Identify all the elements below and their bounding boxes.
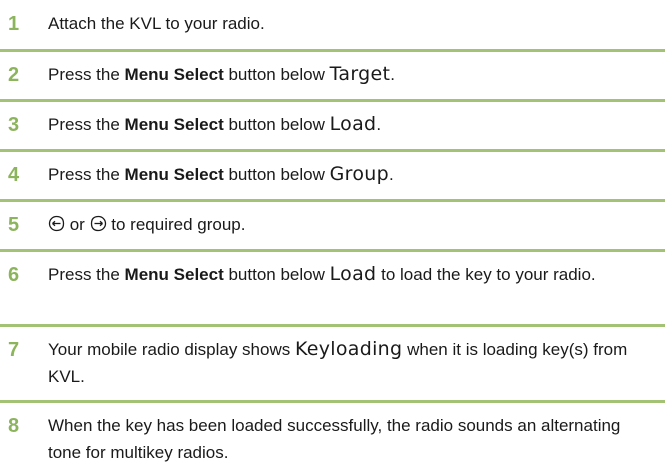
step-4: 4 Press the Menu Select button below Gro… <box>0 152 665 202</box>
step-text: Your mobile radio display shows Keyloadi… <box>48 336 657 390</box>
step-text-part: . <box>376 115 382 134</box>
menu-select-label: Menu Select <box>124 115 224 134</box>
step-text-part: or <box>65 215 90 234</box>
step-text: or to required group. <box>48 211 657 238</box>
step-number: 8 <box>8 415 20 437</box>
display-text-load: Load <box>329 263 377 285</box>
step-number: 1 <box>8 13 20 35</box>
display-text-group: Group <box>329 163 389 185</box>
menu-select-label: Menu Select <box>124 65 224 84</box>
step-text-part: to load the key to your radio. <box>376 265 596 284</box>
menu-select-label: Menu Select <box>124 265 224 284</box>
display-text-keyloading: Keyloading <box>294 338 403 360</box>
step-2: 2 Press the Menu Select button below Tar… <box>0 52 665 102</box>
step-3: 3 Press the Menu Select button below Loa… <box>0 102 665 152</box>
step-1: 1 Attach the KVL to your radio. <box>0 0 665 52</box>
step-text-part: . <box>388 165 394 184</box>
right-nav-icon <box>90 215 107 232</box>
step-text-part: Your mobile radio display shows <box>48 340 295 359</box>
left-nav-icon <box>48 215 65 232</box>
step-number: 7 <box>8 339 20 361</box>
step-text-part: Press the <box>48 65 125 84</box>
step-text: Press the Menu Select button below Group… <box>48 161 657 188</box>
step-text-part: Press the <box>48 165 125 184</box>
step-text-part: Attach the KVL to your radio. <box>48 14 265 33</box>
step-text: When the key has been loaded successfull… <box>48 412 657 466</box>
step-number: 3 <box>8 114 20 136</box>
menu-select-label: Menu Select <box>124 165 224 184</box>
step-7: 7 Your mobile radio display shows Keyloa… <box>0 327 665 403</box>
display-text-load: Load <box>329 113 377 135</box>
step-text: Press the Menu Select button below Load. <box>48 111 657 138</box>
display-text-target: Target <box>329 63 391 85</box>
step-5: 5 or to required group. <box>0 202 665 252</box>
step-text-part: button below <box>223 115 330 134</box>
step-number: 5 <box>8 214 20 236</box>
step-number: 6 <box>8 264 20 286</box>
step-number: 2 <box>8 64 20 86</box>
step-text-part: Press the <box>48 115 125 134</box>
step-text-part: When the key has been loaded successfull… <box>48 416 621 462</box>
step-8: 8 When the key has been loaded successfu… <box>0 403 665 475</box>
procedure-steps: 1 Attach the KVL to your radio. 2 Press … <box>0 0 665 475</box>
step-text: Press the Menu Select button below Load … <box>48 261 657 288</box>
step-text-part: Press the <box>48 265 125 284</box>
step-text: Attach the KVL to your radio. <box>48 10 657 37</box>
step-text-part: button below <box>223 165 330 184</box>
step-6: 6 Press the Menu Select button below Loa… <box>0 252 665 327</box>
step-text-part: to required group. <box>106 215 246 234</box>
step-text-part: button below <box>223 265 330 284</box>
step-text-part: button below <box>223 65 330 84</box>
step-text-part: . <box>390 65 395 84</box>
step-text: Press the Menu Select button below Targe… <box>48 61 657 88</box>
step-number: 4 <box>8 164 20 186</box>
